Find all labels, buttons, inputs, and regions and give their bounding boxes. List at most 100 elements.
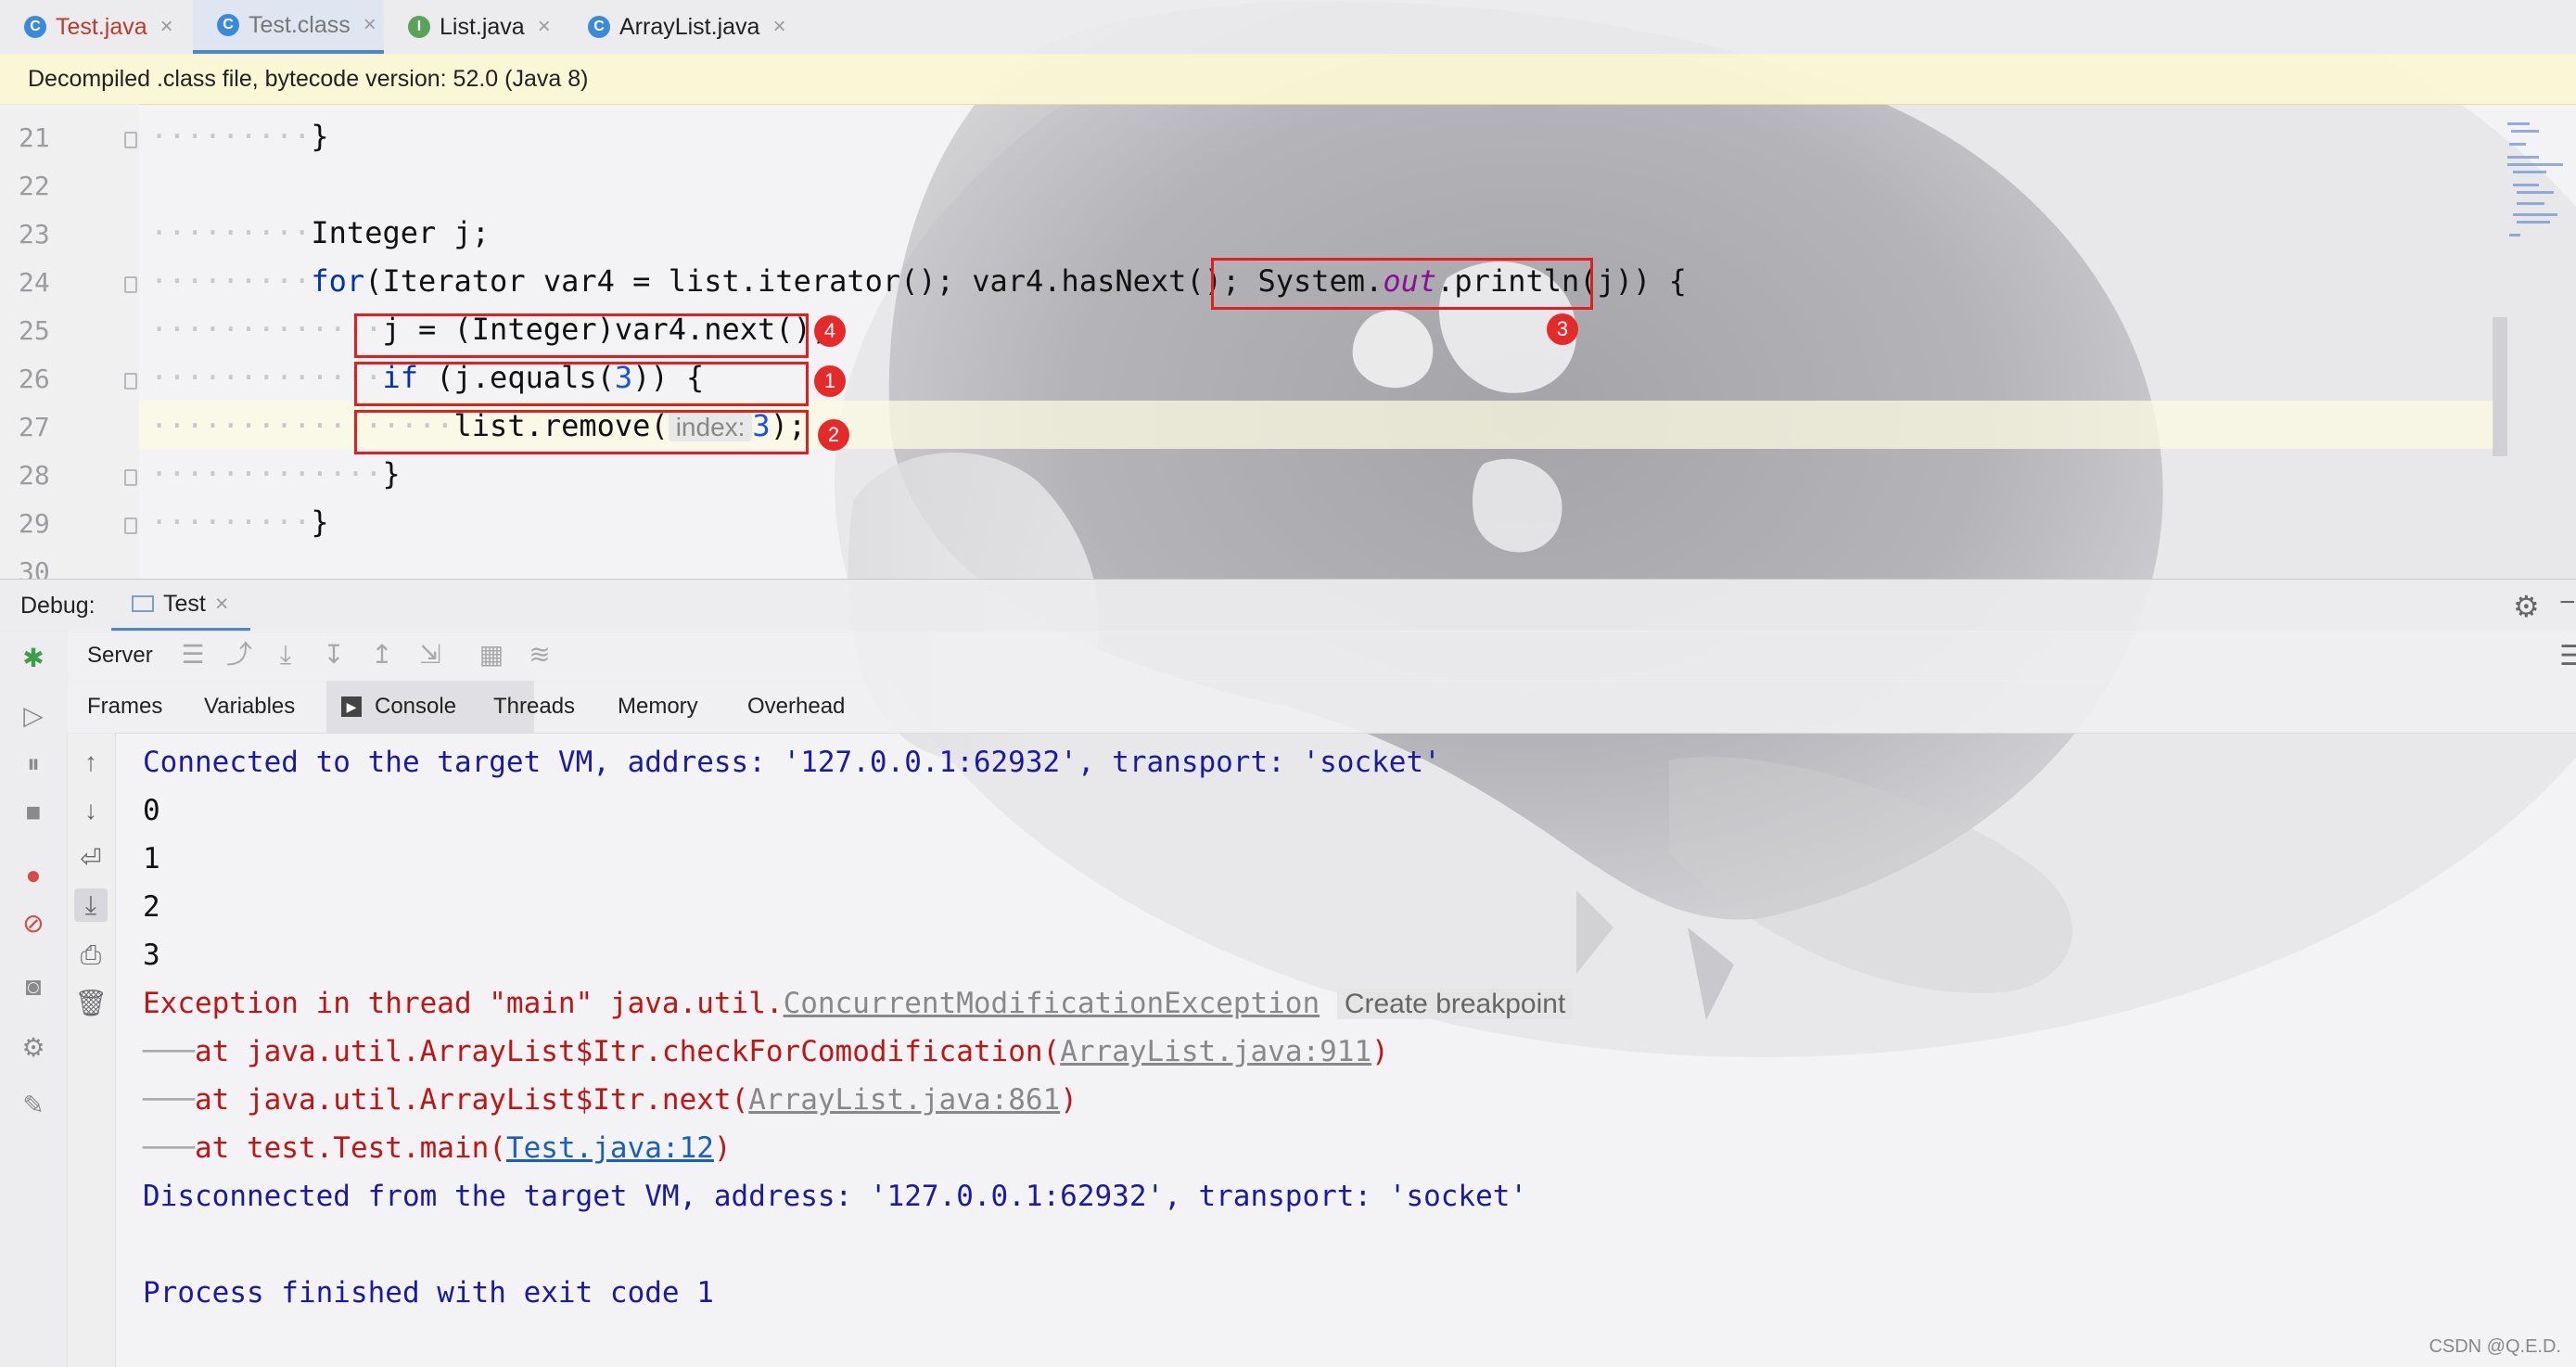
console-line: 2 xyxy=(143,890,160,924)
line-gutter: 21 22 23 24 25 26 27 28 29 30 xyxy=(0,104,139,579)
code-line-23: ·········Integer j; xyxy=(150,215,491,250)
editor-scrollbar[interactable] xyxy=(2493,317,2507,456)
restore-layout-icon[interactable]: ☰ xyxy=(2559,640,2576,672)
editor-tab-bar: C Test.java × C Test.class × I List.java… xyxy=(0,0,2576,55)
console-line: 1 xyxy=(143,842,160,875)
fold-marker-icon[interactable] xyxy=(124,276,137,293)
line-number: 21 xyxy=(19,122,50,153)
watermark: CSDN @Q.E.D. xyxy=(2429,1336,2561,1357)
step-out-icon[interactable]: ↥ xyxy=(365,638,399,671)
show-execution-point-icon[interactable]: ⤴ xyxy=(223,638,256,671)
evaluate-expression-icon[interactable]: ▦ xyxy=(475,638,508,671)
line-number: 29 xyxy=(19,508,50,539)
console-line: Disconnected from the target VM, address… xyxy=(143,1180,1528,1213)
class-icon: C xyxy=(588,16,610,38)
debug-left-toolbar: ✱ ▷ ⏸ ■ ● ⊘ ◙ ⚙ ✎ xyxy=(0,631,68,1367)
console-side-toolbar: ↑ ↓ ⏎ ⤓ ⎙ 🗑 xyxy=(67,733,116,1367)
fold-marker-icon[interactable] xyxy=(124,373,137,390)
stacktrace-line: ───at test.Test.main(Test.java:12) xyxy=(143,1131,732,1165)
soft-wrap-icon[interactable]: ⏎ xyxy=(74,842,108,875)
annotation-box-3 xyxy=(1211,258,1593,310)
code-line-29: ·········} xyxy=(150,505,329,540)
tab-test-java[interactable]: C Test.java × xyxy=(0,0,193,54)
annotation-box-4 xyxy=(354,313,809,358)
step-over-icon[interactable]: ⤓ xyxy=(269,638,302,671)
gear-icon[interactable]: ⚙ xyxy=(2513,589,2540,624)
tab-list-java[interactable]: I List.java × xyxy=(384,0,564,54)
console-output[interactable]: Connected to the target VM, address: '12… xyxy=(115,733,2576,1367)
camera-icon[interactable]: ◙ xyxy=(17,970,50,1003)
step-into-icon[interactable]: ↧ xyxy=(317,638,351,671)
print-icon[interactable]: ⎙ xyxy=(74,939,108,972)
annotation-badge: 3 xyxy=(1547,313,1578,345)
source-link[interactable]: Test.java:12 xyxy=(506,1131,714,1165)
debug-tab-label: Test xyxy=(163,590,206,617)
line-number: 24 xyxy=(19,267,50,298)
view-breakpoints-icon[interactable]: ● xyxy=(17,859,50,892)
console-line: Process finished with exit code 1 xyxy=(143,1276,714,1310)
exception-line: Exception in thread "main" java.util.Con… xyxy=(143,987,1574,1020)
close-icon[interactable]: × xyxy=(215,591,229,618)
settings-icon[interactable]: ⚙ xyxy=(17,1031,50,1065)
debug-bug-icon[interactable]: ✱ xyxy=(17,642,50,675)
annotation-badge: 4 xyxy=(814,315,846,347)
tab-memory[interactable]: Memory xyxy=(618,694,698,720)
source-link[interactable]: ArrayList.java:861 xyxy=(748,1083,1060,1117)
stacktrace-line: ───at java.util.ArrayList$Itr.next(Array… xyxy=(143,1083,1078,1117)
fold-marker-icon[interactable] xyxy=(124,517,137,534)
server-label: Server xyxy=(87,643,153,668)
fold-marker-icon[interactable] xyxy=(124,132,137,148)
debug-label: Debug: xyxy=(20,593,96,619)
interface-icon: I xyxy=(408,16,430,38)
code-minimap[interactable] xyxy=(2504,104,2576,579)
tab-label: List.java xyxy=(440,13,525,40)
layout-icon[interactable]: ☰ xyxy=(176,638,210,671)
debug-session-tab[interactable]: Test × xyxy=(111,580,250,632)
annotation-badge: 1 xyxy=(814,365,846,397)
trace-icon[interactable]: ≋ xyxy=(523,638,556,671)
console-icon: ▶ xyxy=(341,696,362,717)
code-editor[interactable]: 21 22 23 24 25 26 27 28 29 30 ·········}… xyxy=(0,104,2576,579)
code-line-21: ·········} xyxy=(150,119,329,154)
tab-label: Test.java xyxy=(56,13,147,40)
create-breakpoint-link[interactable]: Create breakpoint xyxy=(1336,989,1574,1019)
tab-frames[interactable]: Frames xyxy=(87,694,162,720)
close-icon[interactable]: × xyxy=(160,14,173,40)
scroll-down-icon[interactable]: ↓ xyxy=(74,794,108,827)
source-link[interactable]: ArrayList.java:911 xyxy=(1060,1035,1371,1068)
stop-icon[interactable]: ■ xyxy=(17,796,50,829)
debugger-subtabs: Frames Variables ▶ Console Threads Memor… xyxy=(67,681,2576,734)
tab-overhead[interactable]: Overhead xyxy=(747,694,845,720)
run-config-icon xyxy=(132,595,154,612)
scroll-to-end-icon[interactable]: ⤓ xyxy=(74,888,108,922)
line-number: 30 xyxy=(19,556,50,579)
line-number: 22 xyxy=(19,171,50,201)
tab-variables[interactable]: Variables xyxy=(204,694,295,720)
scroll-up-icon[interactable]: ↑ xyxy=(74,746,108,779)
close-icon[interactable]: × xyxy=(363,12,376,38)
tab-arraylist-java[interactable]: C ArrayList.java × xyxy=(564,0,796,54)
tab-threads[interactable]: Threads xyxy=(493,694,575,720)
console-line: 3 xyxy=(143,939,160,972)
tab-console[interactable]: Console xyxy=(375,694,456,720)
minimize-icon[interactable]: − xyxy=(2559,587,2576,619)
line-number: 27 xyxy=(19,412,50,442)
line-number: 23 xyxy=(19,219,50,249)
exception-class-link[interactable]: ConcurrentModificationException xyxy=(784,987,1320,1020)
stacktrace-line: ───at java.util.ArrayList$Itr.checkForCo… xyxy=(143,1035,1389,1068)
clear-all-icon[interactable]: 🗑 xyxy=(74,987,108,1020)
tab-label: ArrayList.java xyxy=(619,13,760,40)
close-icon[interactable]: × xyxy=(772,14,785,40)
resume-icon[interactable]: ▷ xyxy=(17,699,50,733)
tab-test-class[interactable]: C Test.class × xyxy=(193,0,384,54)
class-icon: C xyxy=(217,14,239,36)
annotation-box-2 xyxy=(354,410,809,454)
pin-icon[interactable]: ✎ xyxy=(17,1089,50,1122)
mute-breakpoints-icon[interactable]: ⊘ xyxy=(17,907,50,940)
console-line: Connected to the target VM, address: '12… xyxy=(143,746,1441,779)
fold-marker-icon[interactable] xyxy=(124,469,137,486)
line-number: 28 xyxy=(19,460,50,491)
close-icon[interactable]: × xyxy=(538,14,551,40)
pause-icon[interactable]: ⏸ xyxy=(17,747,50,781)
run-to-cursor-icon[interactable]: ⇲ xyxy=(414,638,447,671)
